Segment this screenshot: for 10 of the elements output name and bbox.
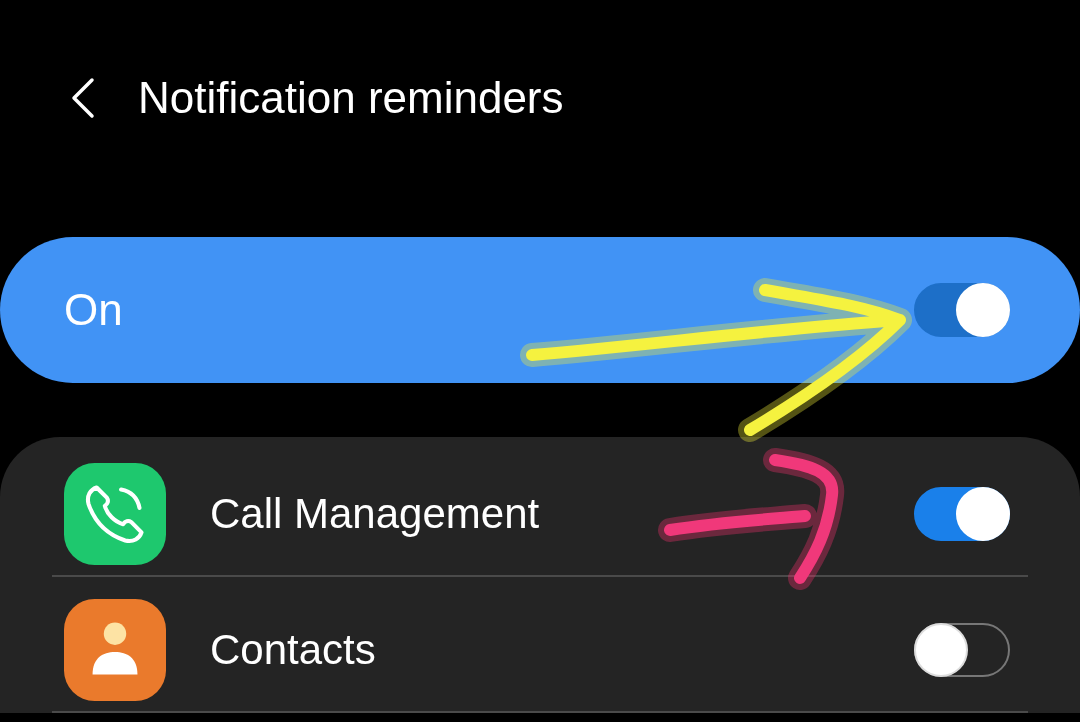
app-name: Contacts	[210, 626, 377, 674]
page-title: Notification reminders	[138, 73, 564, 123]
person-app-icon	[64, 599, 166, 701]
master-switch-bar[interactable]: On	[0, 237, 1080, 383]
phone-app-icon	[64, 463, 166, 565]
app-name: Call Management	[210, 490, 541, 538]
switch-label: On	[64, 285, 123, 335]
toggle-switch[interactable]	[914, 487, 1010, 541]
toggle-switch[interactable]	[914, 283, 1010, 337]
toggle-switch[interactable]	[914, 623, 1010, 677]
